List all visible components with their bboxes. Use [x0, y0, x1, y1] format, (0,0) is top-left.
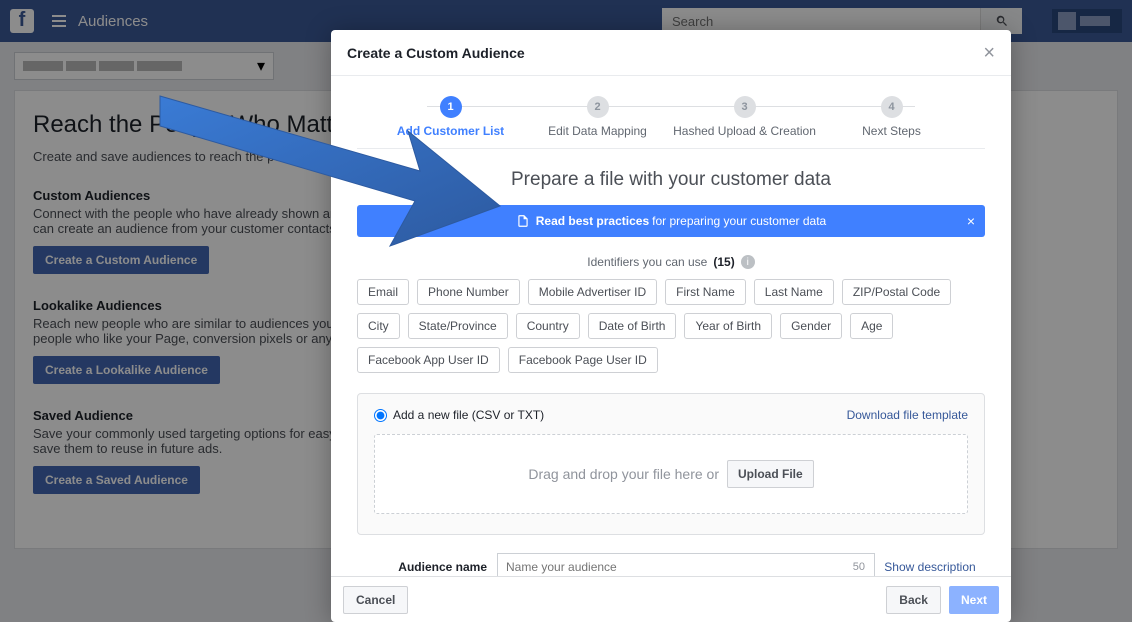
step-next-steps[interactable]: 4 Next Steps [818, 96, 965, 138]
identifier-chip: Date of Birth [588, 313, 677, 339]
identifier-chip: Age [850, 313, 893, 339]
identifier-chip: State/Province [408, 313, 508, 339]
cancel-button[interactable]: Cancel [343, 586, 408, 614]
char-counter: 50 [853, 561, 865, 573]
best-practices-banner[interactable]: Read best practices for preparing your c… [357, 205, 985, 237]
identifier-chip: Last Name [754, 279, 834, 305]
section-heading: Prepare a file with your customer data [357, 169, 985, 191]
identifier-chip: Year of Birth [684, 313, 772, 339]
create-custom-audience-modal: Create a Custom Audience × 1 Add Custome… [331, 30, 1011, 622]
modal-footer: Cancel Back Next [331, 576, 1011, 622]
download-template-link[interactable]: Download file template [847, 408, 968, 422]
step-hashed-upload[interactable]: 3 Hashed Upload & Creation [671, 96, 818, 138]
dropzone-text: Drag and drop your file here or [528, 466, 719, 482]
add-new-file-radio-input[interactable] [374, 409, 387, 422]
step-add-customer-list[interactable]: 1 Add Customer List [377, 96, 524, 138]
identifiers-heading: Identifiers you can use (15) i [357, 255, 985, 269]
modal-title: Create a Custom Audience [347, 45, 525, 61]
identifier-chip: Gender [780, 313, 842, 339]
upload-file-button[interactable]: Upload File [727, 460, 814, 488]
identifier-chip: ZIP/Postal Code [842, 279, 951, 305]
step-edit-data-mapping[interactable]: 2 Edit Data Mapping [524, 96, 671, 138]
identifier-chip: Mobile Advertiser ID [528, 279, 657, 305]
identifier-chip: Facebook Page User ID [508, 347, 658, 373]
upload-panel: Add a new file (CSV or TXT) Download fil… [357, 393, 985, 535]
close-icon[interactable]: × [983, 43, 995, 63]
document-icon [516, 214, 530, 228]
identifier-chip: Phone Number [417, 279, 520, 305]
info-icon[interactable]: i [741, 255, 755, 269]
modal-header: Create a Custom Audience × [331, 30, 1011, 76]
audience-name-label: Audience name [357, 560, 487, 574]
audience-name-row: Audience name 50 Show description [357, 553, 985, 576]
back-button[interactable]: Back [886, 586, 941, 614]
identifier-chips: Email Phone Number Mobile Advertiser ID Fir… [357, 279, 985, 373]
audience-name-input[interactable] [497, 553, 875, 576]
identifier-chip: Facebook App User ID [357, 347, 500, 373]
show-description-link[interactable]: Show description [875, 560, 985, 574]
file-dropzone[interactable]: Drag and drop your file here or Upload F… [374, 434, 968, 514]
identifier-chip: First Name [665, 279, 746, 305]
stepper: 1 Add Customer List 2 Edit Data Mapping … [357, 76, 985, 149]
identifier-chip: Country [516, 313, 580, 339]
add-new-file-radio[interactable]: Add a new file (CSV or TXT) [374, 408, 544, 422]
modal-body[interactable]: 1 Add Customer List 2 Edit Data Mapping … [331, 76, 1011, 576]
identifier-chip: Email [357, 279, 409, 305]
banner-close-icon[interactable]: × [967, 213, 975, 229]
next-button[interactable]: Next [949, 586, 999, 614]
identifier-chip: City [357, 313, 400, 339]
